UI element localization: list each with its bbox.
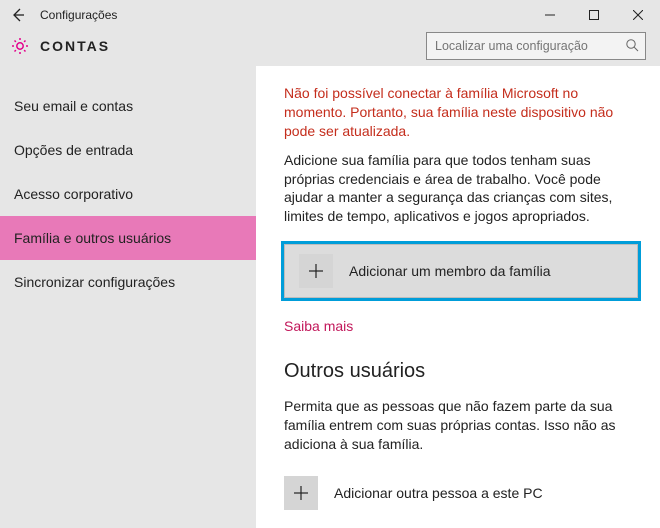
sidebar-item-sync-settings[interactable]: Sincronizar configurações [0, 260, 256, 304]
sidebar-item-email-accounts[interactable]: Seu email e contas [0, 84, 256, 128]
content-pane: Não foi possível conectar à família Micr… [256, 66, 660, 528]
sidebar-item-signin-options[interactable]: Opções de entrada [0, 128, 256, 172]
add-other-user-label: Adicionar outra pessoa a este PC [334, 485, 543, 501]
family-description: Adicione sua família para que todos tenh… [284, 151, 638, 227]
add-other-user-button[interactable]: Adicionar outra pessoa a este PC [284, 476, 638, 510]
add-family-member-button[interactable]: Adicionar um membro da família [284, 244, 638, 298]
window-title: Configurações [40, 8, 117, 22]
back-arrow-icon[interactable] [10, 7, 26, 23]
sidebar-item-label: Seu email e contas [14, 98, 133, 114]
sidebar-item-label: Sincronizar configurações [14, 274, 175, 290]
close-button[interactable] [616, 0, 660, 30]
sidebar-item-work-access[interactable]: Acesso corporativo [0, 172, 256, 216]
sidebar-item-family-users[interactable]: Família e outros usuários [0, 216, 256, 260]
sidebar-item-label: Opções de entrada [14, 142, 133, 158]
window-controls [528, 0, 660, 30]
sidebar-item-label: Família e outros usuários [14, 230, 171, 246]
header-title: CONTAS [40, 38, 110, 54]
plus-icon [284, 476, 318, 510]
sidebar-item-label: Acesso corporativo [14, 186, 133, 202]
search-icon [625, 38, 639, 55]
add-family-member-label: Adicionar um membro da família [349, 263, 551, 279]
error-message: Não foi possível conectar à família Micr… [284, 84, 638, 141]
other-users-heading: Outros usuários [284, 360, 638, 383]
titlebar: Configurações [0, 0, 660, 30]
plus-icon [299, 254, 333, 288]
learn-more-link[interactable]: Saiba mais [284, 318, 353, 334]
search-input[interactable] [435, 39, 625, 53]
maximize-button[interactable] [572, 0, 616, 30]
gear-icon [10, 36, 30, 56]
header: CONTAS [0, 30, 660, 66]
search-box[interactable] [426, 32, 646, 60]
other-users-description: Permita que as pessoas que não fazem par… [284, 397, 638, 454]
sidebar: Seu email e contas Opções de entrada Ace… [0, 66, 256, 528]
minimize-button[interactable] [528, 0, 572, 30]
